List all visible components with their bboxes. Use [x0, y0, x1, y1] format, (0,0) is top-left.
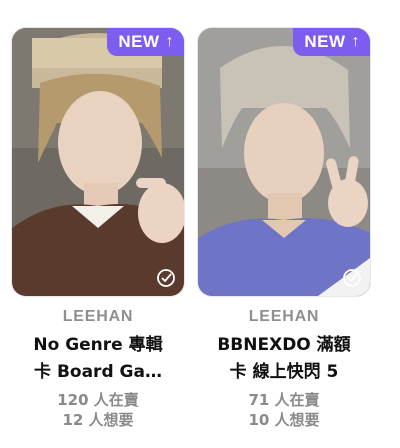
new-badge-label: NEW	[304, 32, 346, 51]
arrow-up-icon: ↑	[351, 33, 360, 50]
want-count: 12 人想要	[62, 411, 134, 429]
new-badge: NEW ↑	[293, 28, 370, 56]
check-circle-icon[interactable]	[156, 268, 176, 288]
new-badge-label: NEW	[118, 32, 160, 51]
new-badge: NEW ↑	[107, 28, 184, 56]
item-title[interactable]: No Genre 專輯 卡 Board Ga…	[12, 332, 184, 386]
item-title[interactable]: BBNEXDO 滿額 卡 線上快閃 5	[198, 332, 370, 386]
seller-count: 71 人在賣	[248, 391, 320, 409]
photocard-listing[interactable]: NEW ↑ LEEHAN BBNEXDO 滿額 卡 線上快閃 5 71 人在賣 …	[198, 28, 370, 430]
photocard-image[interactable]: NEW ↑	[12, 28, 184, 296]
photocard-listing[interactable]: NEW ↑ LEEHAN No Genre 專輯 卡 Board Ga… 120…	[12, 28, 184, 430]
photocard-photo	[12, 28, 184, 296]
seller-count: 120 人在賣	[57, 391, 139, 409]
photocard-photo	[198, 28, 370, 296]
want-count: 10 人想要	[248, 411, 320, 429]
check-circle-icon[interactable]	[342, 268, 362, 288]
photocard-image[interactable]: NEW ↑	[198, 28, 370, 296]
artist-name: LEEHAN	[248, 308, 320, 325]
artist-name: LEEHAN	[62, 308, 134, 325]
arrow-up-icon: ↑	[165, 33, 174, 50]
